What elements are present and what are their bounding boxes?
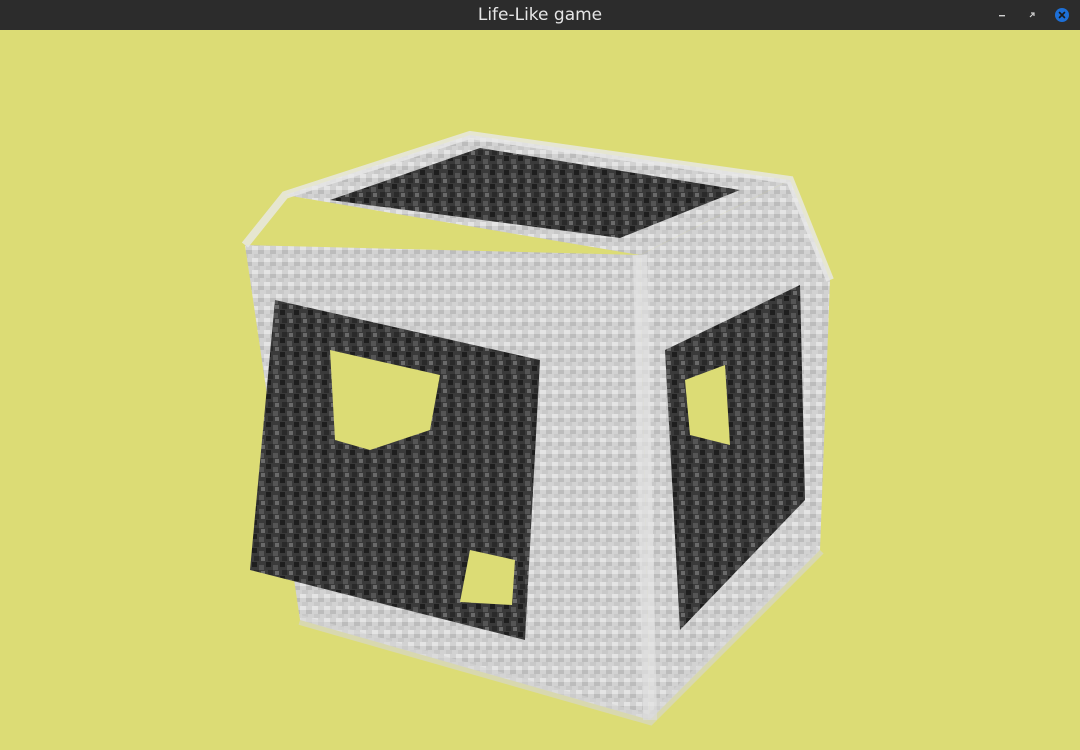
window-title: Life-Like game — [477, 5, 603, 25]
application-window: Life-Like game — [0, 0, 1080, 750]
close-icon — [1055, 8, 1069, 22]
cube-edge — [633, 254, 657, 721]
title-bar[interactable]: Life-Like game — [0, 0, 1080, 30]
minimize-button[interactable] — [992, 5, 1012, 25]
close-button[interactable] — [1052, 5, 1072, 25]
window-controls — [992, 0, 1072, 30]
render-viewport[interactable] — [0, 30, 1080, 750]
voxel-cube-render — [0, 30, 1080, 750]
restore-icon — [1029, 12, 1035, 18]
restore-button[interactable] — [1022, 5, 1042, 25]
minimize-icon — [999, 15, 1005, 17]
